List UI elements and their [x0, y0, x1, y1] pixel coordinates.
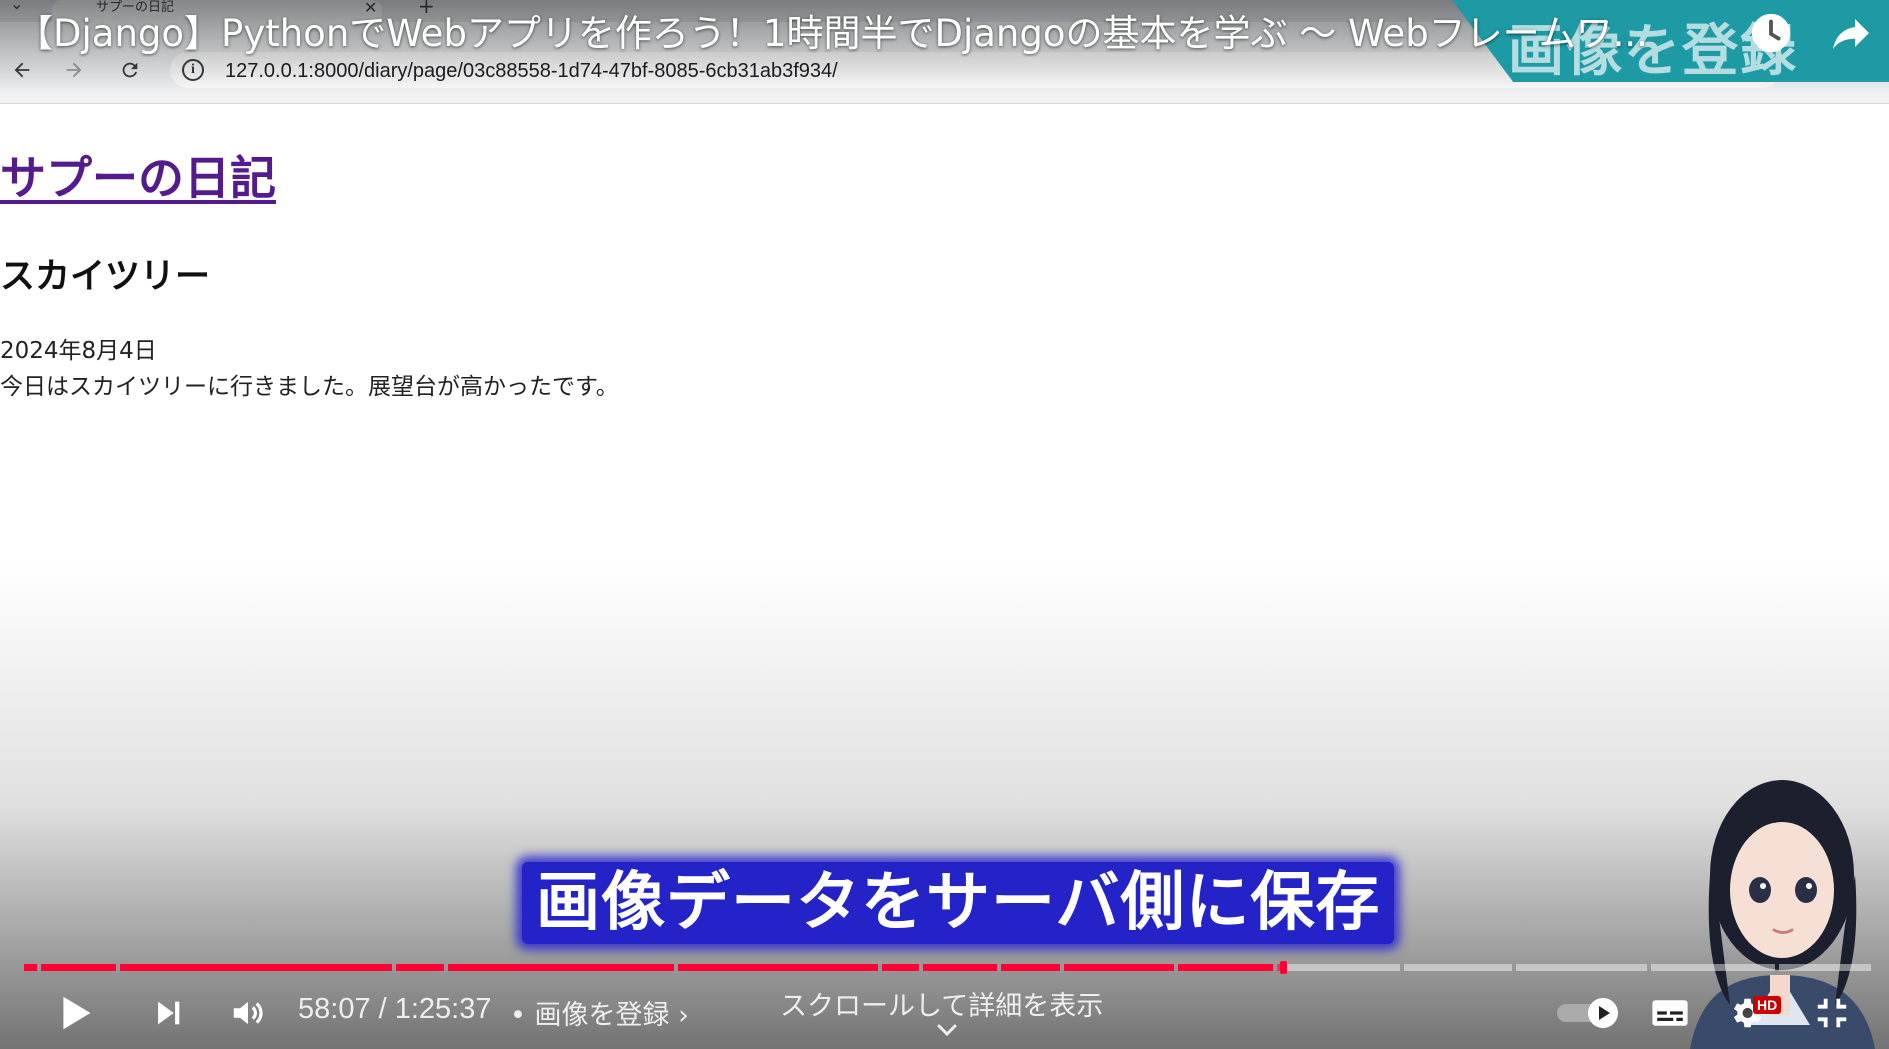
forward-arrow-icon[interactable]	[56, 52, 92, 88]
time-display: 58:07 / 1:25:37	[298, 993, 492, 1025]
bottom-shade	[0, 560, 1889, 1049]
video-caption: 画像データをサーバ側に保存	[522, 862, 1395, 944]
progress-played	[678, 964, 878, 971]
progress-segment[interactable]	[1063, 964, 1175, 971]
chapter-link[interactable]: • 画像を登録 ›	[510, 993, 689, 1032]
autoplay-toggle-icon[interactable]	[1552, 985, 1624, 1041]
progress-played	[120, 964, 393, 971]
progress-played	[922, 964, 997, 971]
progress-played	[396, 964, 445, 971]
progress-segment[interactable]	[1515, 964, 1647, 971]
progress-segment[interactable]	[120, 964, 393, 971]
clock-icon[interactable]	[1740, 2, 1802, 64]
progress-segment[interactable]	[396, 964, 445, 971]
progress-segment[interactable]	[1650, 964, 1775, 971]
chevron-down-icon[interactable]	[932, 1018, 962, 1044]
progress-played	[1063, 964, 1175, 971]
progress-segment[interactable]	[678, 964, 878, 971]
progress-segment[interactable]	[1778, 964, 1872, 971]
back-arrow-icon[interactable]	[4, 52, 40, 88]
progress-bar[interactable]	[24, 961, 1877, 974]
progress-segment[interactable]	[1276, 964, 1401, 971]
progress-segment[interactable]	[1000, 964, 1060, 971]
next-icon[interactable]	[136, 985, 200, 1041]
progress-segment[interactable]	[922, 964, 997, 971]
exit-fullscreen-icon[interactable]	[1800, 985, 1864, 1041]
url-text[interactable]: 127.0.0.1:8000/diary/page/03c88558-1d74-…	[225, 60, 838, 83]
reload-icon[interactable]	[112, 52, 148, 88]
share-arrow-icon[interactable]	[1820, 2, 1882, 64]
progress-scrubber[interactable]	[1280, 961, 1288, 974]
progress-played	[881, 964, 919, 971]
progress-segment[interactable]	[448, 964, 675, 971]
progress-played	[24, 964, 37, 971]
progress-segment[interactable]	[881, 964, 919, 971]
volume-icon[interactable]	[216, 985, 280, 1041]
post-body: 今日はスカイツリーに行きました。展望台が高かったです。	[0, 374, 619, 400]
post-date: 2024年8月4日	[0, 338, 157, 364]
progress-segment[interactable]	[40, 964, 117, 971]
progress-played	[40, 964, 117, 971]
progress-played	[448, 964, 675, 971]
site-title-link[interactable]: サプーの日記	[0, 142, 276, 208]
progress-segment[interactable]	[1178, 964, 1273, 971]
progress-played	[1178, 964, 1273, 971]
progress-played	[1000, 964, 1060, 971]
progress-segment[interactable]	[1404, 964, 1512, 971]
subtitles-icon[interactable]	[1638, 985, 1702, 1041]
hd-badge: HD	[1753, 996, 1782, 1014]
video-title[interactable]: 【Django】PythonでWebアプリを作ろう！1時間半でDjangoの基本…	[16, 3, 1736, 57]
progress-segment[interactable]	[24, 964, 37, 971]
play-icon[interactable]	[44, 985, 108, 1041]
site-info-icon[interactable]: i	[182, 59, 204, 81]
post-title: スカイツリー	[0, 257, 211, 297]
